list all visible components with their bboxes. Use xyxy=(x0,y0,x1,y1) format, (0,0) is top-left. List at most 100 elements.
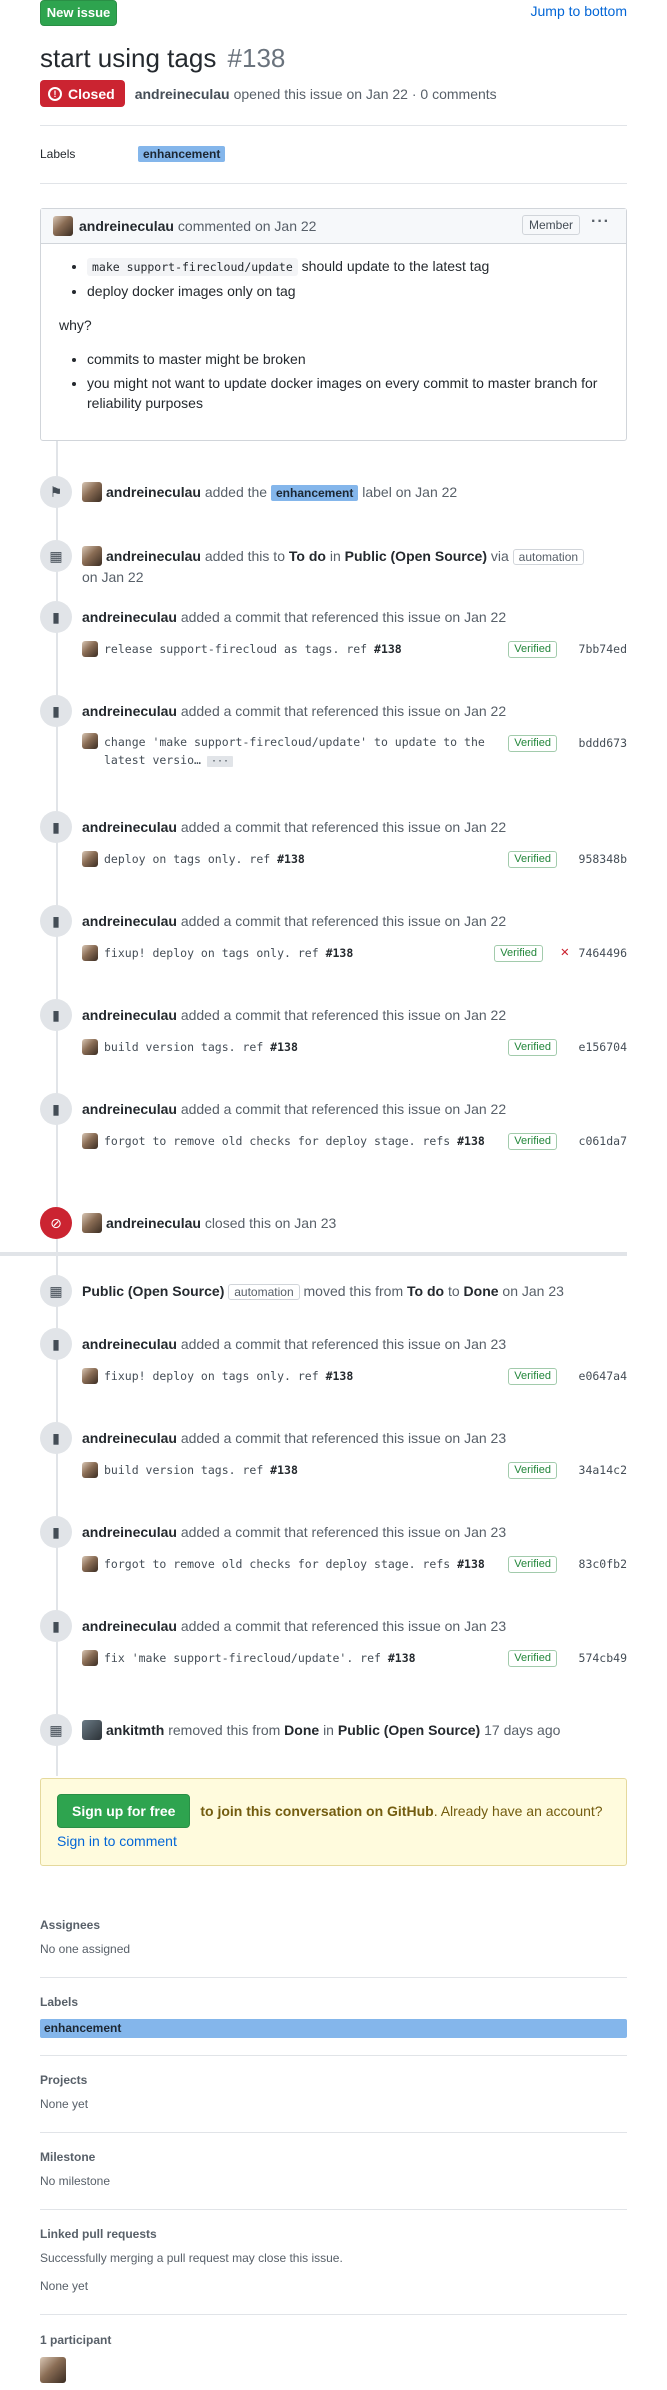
project-link[interactable]: Public (Open Source) xyxy=(338,1722,480,1738)
commit-message-text[interactable]: fix 'make support-firecloud/update'. ref xyxy=(104,1651,388,1665)
event-user-link[interactable]: andreineculau xyxy=(82,1524,177,1540)
commit-message[interactable]: fixup! deploy on tags only. ref #138 xyxy=(104,946,353,960)
commit-sha-link[interactable]: bddd673 xyxy=(579,736,627,750)
verified-badge[interactable]: Verified xyxy=(508,735,557,752)
issue-ref-link[interactable]: #138 xyxy=(326,946,354,960)
project-link[interactable]: Public (Open Source) xyxy=(82,1283,224,1299)
issue-ref-link[interactable]: #138 xyxy=(326,1369,354,1383)
event-user-link[interactable]: andreineculau xyxy=(82,819,177,835)
commit-message-text[interactable]: forgot to remove old checks for deploy s… xyxy=(104,1134,457,1148)
avatar[interactable] xyxy=(82,482,102,502)
sign-in-link[interactable]: Sign in to comment xyxy=(57,1833,177,1849)
commit-sha-link[interactable]: 958348b xyxy=(579,852,627,866)
commit-message-line[interactable]: latest versio… xyxy=(104,753,201,767)
avatar[interactable] xyxy=(82,1462,98,1478)
event-user-link[interactable]: andreineculau xyxy=(106,1215,201,1231)
commit-message[interactable]: deploy on tags only. ref #138 xyxy=(104,852,305,866)
issue-ref-link[interactable]: #138 xyxy=(388,1651,416,1665)
kebab-menu-icon[interactable]: ··· xyxy=(591,213,610,231)
commit-message[interactable]: fix 'make support-firecloud/update'. ref… xyxy=(104,1651,416,1665)
event-user-link[interactable]: andreineculau xyxy=(82,913,177,929)
event-date[interactable]: on Jan 22 xyxy=(445,703,507,719)
event-user-link[interactable]: andreineculau xyxy=(82,1101,177,1117)
avatar[interactable] xyxy=(82,851,98,867)
commit-message-text[interactable]: fixup! deploy on tags only. ref xyxy=(104,946,326,960)
commit-sha-link[interactable]: e156704 xyxy=(579,1040,627,1054)
sign-up-button[interactable]: Sign up for free xyxy=(57,1794,191,1828)
verified-badge[interactable]: Verified xyxy=(494,945,543,962)
check-failed-icon[interactable]: ✕ xyxy=(561,944,569,960)
avatar[interactable] xyxy=(82,945,98,961)
event-user-link[interactable]: andreineculau xyxy=(82,1618,177,1634)
issue-ref-link[interactable]: #138 xyxy=(270,1463,298,1477)
label-enhancement[interactable]: enhancement xyxy=(40,2019,627,2038)
commit-message[interactable]: build version tags. ref #138 xyxy=(104,1040,298,1054)
issue-ref-link[interactable]: #138 xyxy=(457,1557,485,1571)
avatar[interactable] xyxy=(82,1368,98,1384)
commit-sha-link[interactable]: e0647a4 xyxy=(579,1369,627,1383)
project-link[interactable]: Public (Open Source) xyxy=(345,548,487,564)
jump-to-bottom-link[interactable]: Jump to bottom xyxy=(531,3,628,19)
event-user-link[interactable]: andreineculau xyxy=(106,484,201,500)
commit-sha-link[interactable]: 574cb49 xyxy=(579,1651,627,1665)
new-issue-button[interactable]: New issue xyxy=(40,0,117,26)
commit-message-text[interactable]: build version tags. ref xyxy=(104,1040,270,1054)
event-date[interactable]: on Jan 22 xyxy=(82,569,144,585)
commit-message[interactable]: build version tags. ref #138 xyxy=(104,1463,298,1477)
issue-ref-link[interactable]: #138 xyxy=(277,852,305,866)
commit-message-line[interactable]: change 'make support-firecloud/update' t… xyxy=(104,735,485,749)
commit-sha-link[interactable]: 7bb74ed xyxy=(579,642,627,656)
event-date[interactable]: 17 days ago xyxy=(484,1722,560,1738)
event-user-link[interactable]: andreineculau xyxy=(82,1430,177,1446)
commit-sha-link[interactable]: 34a14c2 xyxy=(579,1463,627,1477)
event-date[interactable]: on Jan 22 xyxy=(445,609,507,625)
avatar[interactable] xyxy=(82,1039,98,1055)
event-date[interactable]: on Jan 23 xyxy=(502,1283,564,1299)
commit-sha-link[interactable]: c061da7 xyxy=(579,1134,627,1148)
avatar[interactable] xyxy=(82,1720,102,1740)
avatar[interactable] xyxy=(82,1213,102,1233)
commit-message[interactable]: release support-firecloud as tags. ref #… xyxy=(104,642,402,656)
event-date[interactable]: on Jan 22 xyxy=(445,1007,507,1023)
issue-ref-link[interactable]: #138 xyxy=(374,642,402,656)
commit-message[interactable]: fixup! deploy on tags only. ref #138 xyxy=(104,1369,353,1383)
commit-message[interactable]: forgot to remove old checks for deploy s… xyxy=(104,1557,485,1571)
avatar[interactable] xyxy=(82,1133,98,1149)
issue-ref-link[interactable]: #138 xyxy=(270,1040,298,1054)
commit-message-text[interactable]: fixup! deploy on tags only. ref xyxy=(104,1369,326,1383)
verified-badge[interactable]: Verified xyxy=(508,641,557,658)
event-user-link[interactable]: andreineculau xyxy=(82,609,177,625)
comment-author-link[interactable]: andreineculau xyxy=(79,218,174,234)
issue-author-link[interactable]: andreineculau xyxy=(135,86,230,102)
event-date[interactable]: on Jan 23 xyxy=(445,1336,507,1352)
expand-ellipsis-button[interactable]: ··· xyxy=(206,756,233,767)
commit-message-text[interactable]: release support-firecloud as tags. ref xyxy=(104,642,374,656)
avatar[interactable] xyxy=(82,546,102,566)
verified-badge[interactable]: Verified xyxy=(508,1556,557,1573)
event-date[interactable]: on Jan 23 xyxy=(445,1618,507,1634)
commit-message-text[interactable]: build version tags. ref xyxy=(104,1463,270,1477)
verified-badge[interactable]: Verified xyxy=(508,1133,557,1150)
verified-badge[interactable]: Verified xyxy=(508,1462,557,1479)
event-user-link[interactable]: andreineculau xyxy=(106,548,201,564)
avatar[interactable] xyxy=(82,641,98,657)
label-enhancement[interactable]: enhancement xyxy=(271,485,359,501)
label-enhancement[interactable]: enhancement xyxy=(138,146,226,162)
event-date[interactable]: on Jan 22 xyxy=(445,819,507,835)
event-user-link[interactable]: andreineculau xyxy=(82,703,177,719)
commit-message-text[interactable]: deploy on tags only. ref xyxy=(104,852,277,866)
event-date[interactable]: on Jan 22 xyxy=(445,913,507,929)
verified-badge[interactable]: Verified xyxy=(508,1650,557,1667)
comment-timestamp[interactable]: commented on Jan 22 xyxy=(178,218,317,234)
avatar[interactable] xyxy=(82,1556,98,1572)
avatar[interactable] xyxy=(53,216,73,236)
event-user-link[interactable]: andreineculau xyxy=(82,1007,177,1023)
event-date[interactable]: on Jan 23 xyxy=(445,1524,507,1540)
verified-badge[interactable]: Verified xyxy=(508,851,557,868)
issue-ref-link[interactable]: #138 xyxy=(457,1134,485,1148)
event-date[interactable]: on Jan 23 xyxy=(445,1430,507,1446)
commit-message-text[interactable]: forgot to remove old checks for deploy s… xyxy=(104,1557,457,1571)
commit-message[interactable]: change 'make support-firecloud/update' t… xyxy=(104,733,485,771)
avatar[interactable] xyxy=(82,1650,98,1666)
commit-message[interactable]: forgot to remove old checks for deploy s… xyxy=(104,1134,485,1148)
